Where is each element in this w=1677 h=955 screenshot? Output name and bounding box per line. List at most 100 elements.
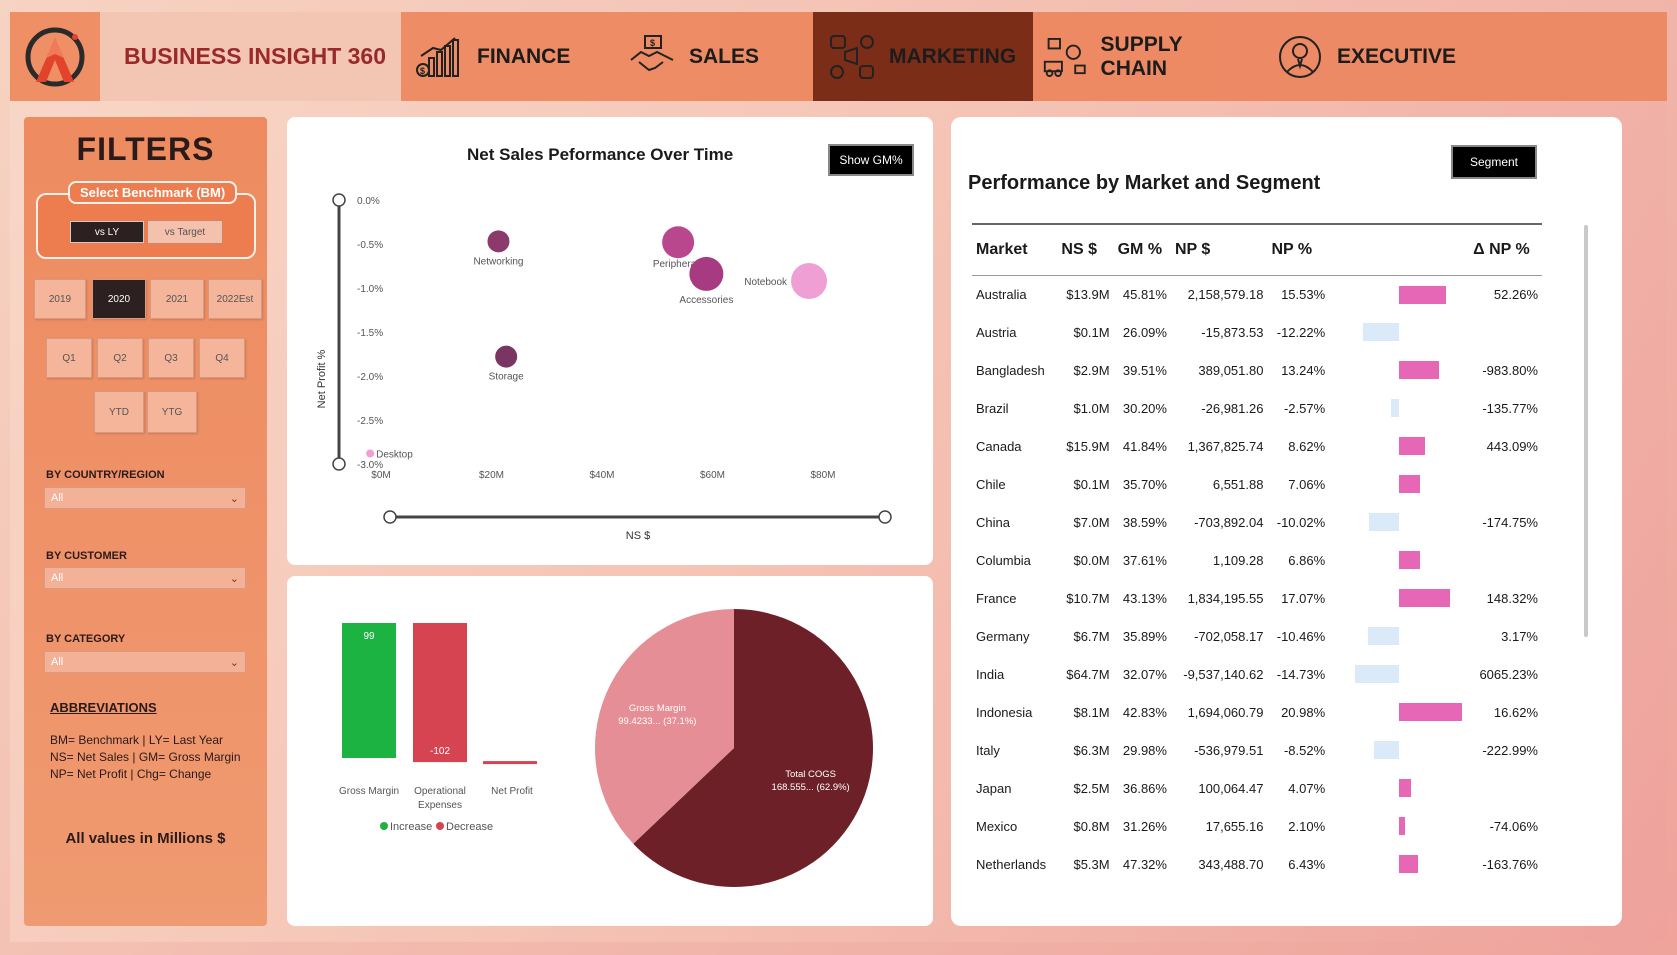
table-row[interactable]: Germany $6.7M 35.89% -702,058.17 -10.46% 3.17… bbox=[972, 617, 1542, 655]
chevron-down-icon: ⌄ bbox=[229, 492, 239, 505]
cell-gm: 43.13% bbox=[1122, 590, 1167, 606]
benchmark-label: Select Benchmark (BM) bbox=[68, 181, 238, 204]
customer-dropdown[interactable]: All ⌄ bbox=[44, 567, 246, 589]
cell-npp: 6.43% bbox=[1288, 856, 1326, 872]
table-row[interactable]: China $7.0M 38.59% -703,892.04 -10.02% -174.7… bbox=[972, 503, 1542, 541]
cell-gm: 35.89% bbox=[1122, 628, 1167, 644]
cell-gm: 41.84% bbox=[1122, 438, 1167, 454]
cell-np: 1,109.28 bbox=[1212, 552, 1264, 568]
filters-title: FILTERS bbox=[76, 131, 215, 167]
cell-gm: 29.98% bbox=[1122, 742, 1167, 758]
profit-waterfall-and-pie: 99 -102 Gross Margin Operational Expenses Net… bbox=[339, 609, 874, 887]
period-ytd-button[interactable]: YTD bbox=[94, 391, 144, 433]
year-2019-button[interactable]: 2019 bbox=[34, 279, 86, 319]
table-row[interactable]: France $10.7M 43.13% 1,834,195.55 17.07% 148.… bbox=[972, 579, 1542, 617]
nav-finance[interactable]: $ FINANCE bbox=[401, 12, 609, 101]
cell-ns: $0.1M bbox=[1073, 476, 1110, 492]
np-percent-bar bbox=[1399, 817, 1406, 835]
cell-ns: $15.9M bbox=[1066, 438, 1110, 454]
cell-market: Canada bbox=[976, 438, 1022, 454]
y-tick-label: -1.0% bbox=[357, 284, 383, 295]
year-2020-button[interactable]: 2020 bbox=[92, 279, 146, 319]
column-header-market[interactable]: Market bbox=[972, 223, 1058, 276]
point-label: Storage bbox=[489, 372, 524, 383]
cell-np-bar bbox=[1329, 845, 1469, 883]
nav-finance-label: FINANCE bbox=[477, 44, 571, 68]
brand-logo-icon bbox=[10, 12, 100, 101]
cell-np: 1,834,195.55 bbox=[1187, 590, 1264, 606]
cell-market: China bbox=[976, 514, 1010, 530]
cell-np-bar bbox=[1329, 275, 1469, 313]
column-header-np-pct[interactable]: NP % bbox=[1267, 223, 1330, 276]
table-row[interactable]: Australia $13.9M 45.81% 2,158,579.18 15.53% 5… bbox=[972, 275, 1542, 313]
cell-ns: $2.5M bbox=[1073, 780, 1110, 796]
nav-sales[interactable]: $ SALES bbox=[609, 12, 813, 101]
cell-np-bar bbox=[1329, 541, 1469, 579]
np-percent-bar bbox=[1373, 741, 1400, 759]
cell-npp: 2.10% bbox=[1288, 818, 1326, 834]
pie-slice-value: 99.4233... (37.1%) bbox=[618, 716, 696, 727]
cell-delta-np bbox=[1469, 313, 1542, 351]
cell-ns: $2.9M bbox=[1073, 362, 1110, 378]
quarter-q1-button[interactable]: Q1 bbox=[46, 338, 92, 378]
table-row[interactable]: Canada $15.9M 41.84% 1,367,825.74 8.62% 443.0… bbox=[972, 427, 1542, 465]
cell-ns: $7.0M bbox=[1073, 514, 1110, 530]
cell-ns: $6.3M bbox=[1073, 742, 1110, 758]
segment-button[interactable]: Segment bbox=[1451, 145, 1537, 179]
cell-np: 1,367,825.74 bbox=[1187, 438, 1264, 454]
table-row[interactable]: Bangladesh $2.9M 39.51% 389,051.80 13.24% -98… bbox=[972, 351, 1542, 389]
quarter-q2-button[interactable]: Q2 bbox=[97, 338, 143, 378]
table-row[interactable]: Austria $0.1M 26.09% -15,873.53 -12.22% bbox=[972, 313, 1542, 351]
nav-executive[interactable]: EXECUTIVE bbox=[1261, 12, 1471, 101]
table-row[interactable]: Indonesia $8.1M 42.83% 1,694,060.79 20.98% 16… bbox=[972, 693, 1542, 731]
table-row[interactable]: Brazil $1.0M 30.20% -26,981.26 -2.57% -135.77… bbox=[972, 389, 1542, 427]
table-row[interactable]: Netherlands $5.3M 47.32% 343,488.70 6.43% -16… bbox=[972, 845, 1542, 883]
benchmark-vs-target-button[interactable]: vs Target bbox=[148, 221, 222, 243]
table-row[interactable]: Columbia $0.0M 37.61% 1,109.28 6.86% bbox=[972, 541, 1542, 579]
nav-sales-label: SALES bbox=[689, 44, 760, 68]
table-row[interactable]: India $64.7M 32.07% -9,537,140.62 -14.73% 606… bbox=[972, 655, 1542, 693]
year-2021-button[interactable]: 2021 bbox=[150, 279, 204, 319]
cell-np: 1,694,060.79 bbox=[1187, 704, 1264, 720]
benchmark-vs-ly-button[interactable]: vs LY bbox=[70, 221, 144, 243]
cell-np-bar bbox=[1329, 617, 1469, 655]
top-navigation: BUSINESS INSIGHT 360 $ FINANCE $ SALES M… bbox=[10, 12, 1667, 101]
scatter-point bbox=[487, 230, 510, 253]
x-tick-label: $0M bbox=[371, 470, 390, 481]
year-2022est-button[interactable]: 2022Est bbox=[208, 279, 262, 319]
column-header-delta-np[interactable]: Δ NP % bbox=[1469, 223, 1542, 276]
cell-np-bar bbox=[1329, 655, 1469, 693]
cell-delta-np bbox=[1469, 769, 1542, 807]
table-row[interactable]: Italy $6.3M 29.98% -536,979.51 -8.52% -222.99… bbox=[972, 731, 1542, 769]
column-header-ns[interactable]: NS $ bbox=[1057, 223, 1114, 276]
scatter-point bbox=[689, 256, 724, 291]
column-header-gm[interactable]: GM % bbox=[1113, 223, 1171, 276]
y-axis-title: Net Profit % bbox=[316, 349, 328, 408]
brand: BUSINESS INSIGHT 360 bbox=[10, 12, 401, 101]
category-dropdown[interactable]: All ⌄ bbox=[44, 651, 246, 673]
country-dropdown[interactable]: All ⌄ bbox=[44, 487, 246, 509]
cell-delta-np: 6065.23% bbox=[1479, 666, 1538, 682]
quarter-q3-button[interactable]: Q3 bbox=[148, 338, 194, 378]
table-scrollbar[interactable] bbox=[1584, 225, 1588, 637]
nav-supply-chain[interactable]: SUPPLY CHAIN bbox=[1033, 12, 1261, 101]
cell-delta-np: -174.75% bbox=[1482, 514, 1538, 530]
nav-supply-chain-label: SUPPLY CHAIN bbox=[1100, 32, 1183, 80]
period-ytg-button[interactable]: YTG bbox=[147, 391, 197, 433]
cell-np: -26,981.26 bbox=[1201, 400, 1264, 416]
nav-marketing[interactable]: MARKETING bbox=[813, 12, 1033, 101]
table-row[interactable]: Chile $0.1M 35.70% 6,551.88 7.06% bbox=[972, 465, 1542, 503]
waterfall-category-label: Operational bbox=[414, 786, 466, 797]
np-percent-bar bbox=[1362, 323, 1400, 341]
scatter-point bbox=[791, 262, 828, 299]
quarter-q4-button[interactable]: Q4 bbox=[199, 338, 245, 378]
cell-np: -9,537,140.62 bbox=[1183, 666, 1264, 682]
cell-delta-np: -135.77% bbox=[1482, 400, 1538, 416]
cell-np-bar bbox=[1329, 769, 1469, 807]
handshake-icon: $ bbox=[630, 34, 674, 71]
legend-decrease-label: Decrease bbox=[446, 821, 493, 833]
table-row[interactable]: Mexico $0.8M 31.26% 17,655.16 2.10% -74.06% bbox=[972, 807, 1542, 845]
waterfall-category-label: Net Profit bbox=[491, 786, 533, 797]
table-row[interactable]: Japan $2.5M 36.86% 100,064.47 4.07% bbox=[972, 769, 1542, 807]
column-header-np[interactable]: NP $ bbox=[1170, 223, 1268, 276]
